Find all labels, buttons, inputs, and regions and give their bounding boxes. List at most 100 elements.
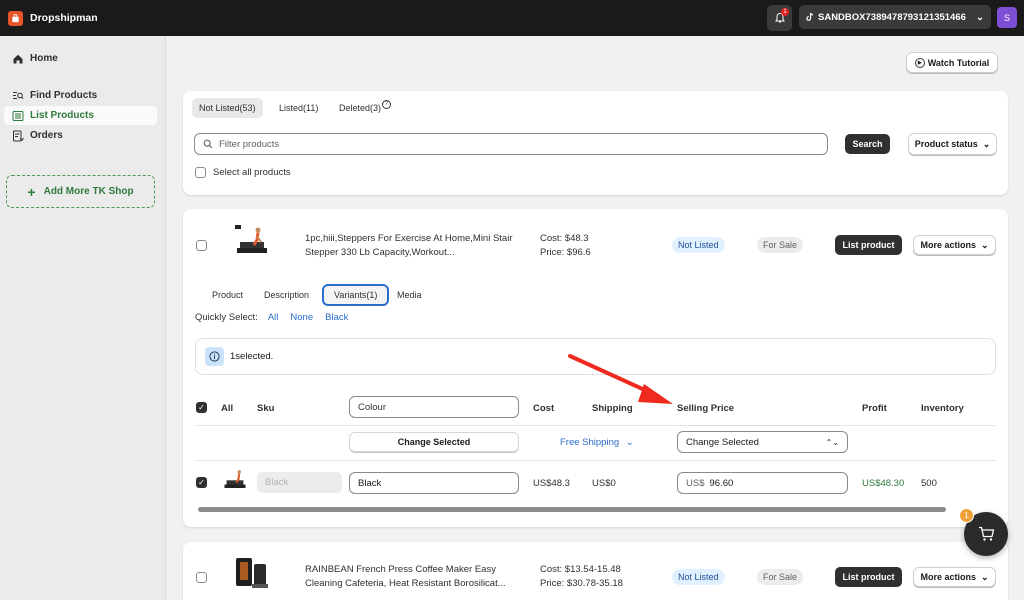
colour-value-input[interactable]: Black <box>349 472 519 494</box>
search-icon <box>203 139 213 149</box>
store-name: SANDBOX7389478793121351466 <box>818 11 966 23</box>
list-product-button[interactable]: List product <box>835 235 902 255</box>
tab-media[interactable]: Media <box>387 284 432 306</box>
selection-info-text: 1selected. <box>230 351 274 362</box>
column-selling-price: Selling Price <box>677 403 735 414</box>
more-actions-button[interactable]: More actions ⌄ <box>913 235 996 255</box>
add-shop-label: Add More TK Shop <box>43 186 134 197</box>
quick-select-black[interactable]: Black <box>325 312 348 323</box>
tab-variants[interactable]: Variants(1) <box>322 284 390 306</box>
brand[interactable]: Dropshipman <box>8 10 98 26</box>
more-actions-button[interactable]: More actions ⌄ <box>913 567 996 587</box>
status-badge: Not Listed <box>672 237 725 253</box>
product-cost-price: Cost: $48.3 Price: $96.6 <box>540 232 591 260</box>
product-title[interactable]: RAINBEAN French Press Coffee Maker Easy … <box>305 563 515 591</box>
column-cost: Cost <box>533 403 555 414</box>
watch-tutorial-button[interactable]: ▶ Watch Tutorial <box>906 52 998 73</box>
help-icon[interactable]: ? <box>382 99 392 109</box>
more-actions-label: More actions <box>920 572 976 582</box>
sidebar-item-label: Find Products <box>30 90 98 101</box>
column-all: All <box>221 403 234 414</box>
selling-price-value: 96.60 <box>709 477 734 489</box>
tiktok-icon <box>806 12 814 21</box>
tab-deleted[interactable]: Deleted(3)? <box>332 98 398 118</box>
variant-thumbnail <box>221 467 249 495</box>
quick-select-all[interactable]: All <box>268 312 279 323</box>
change-selected-button[interactable]: Change Selected <box>349 432 519 452</box>
price-bulk-label: Change Selected <box>686 436 759 448</box>
store-selector[interactable]: SANDBOX7389478793121351466 ⌄ <box>799 5 991 29</box>
shipping-dropdown[interactable]: Free Shipping ⌄ <box>560 437 634 448</box>
sidebar-item-home[interactable]: Home <box>4 49 157 68</box>
selling-price-bulk-select[interactable]: Change Selected ⌃⌄ <box>677 431 848 453</box>
info-icon <box>205 347 224 366</box>
tab-description[interactable]: Description <box>254 284 319 306</box>
filter-card: Not Listed(53) Listed(11) Deleted(3)? Fi… <box>183 91 1008 195</box>
annotation-arrow-icon <box>568 354 673 404</box>
tab-product[interactable]: Product <box>202 284 253 306</box>
find-products-icon <box>11 89 24 102</box>
tab-label: Listed(11) <box>279 103 319 113</box>
select-all-products[interactable]: Select all products <box>195 167 291 178</box>
sale-badge: For Sale <box>757 237 804 253</box>
notification-badge: 1 <box>781 8 789 16</box>
selling-price-input[interactable]: US$ 96.60 <box>677 472 848 494</box>
notifications-button[interactable]: 1 <box>767 5 792 31</box>
sidebar-item-label: Home <box>30 53 58 64</box>
chevron-down-icon: ⌄ <box>976 11 984 23</box>
variant-inventory: 500 <box>921 478 937 489</box>
select-all-label: Select all products <box>213 167 291 178</box>
sale-badge: For Sale <box>757 569 804 585</box>
more-actions-label: More actions <box>920 240 976 250</box>
shipping-option-label: Free Shipping <box>560 437 620 448</box>
sidebar-item-list-products[interactable]: List Products <box>4 106 157 125</box>
divider <box>195 460 996 461</box>
chevron-down-icon: ⌄ <box>980 571 989 582</box>
variant-profit: US$48.30 <box>862 478 905 489</box>
select-arrows-icon: ⌃⌄ <box>825 437 839 447</box>
status-badge: Not Listed <box>672 569 725 585</box>
search-button[interactable]: Search <box>845 134 890 154</box>
chevron-down-icon: ⌄ <box>980 239 989 250</box>
product-cost: Cost: $48.3 <box>540 233 589 244</box>
play-icon: ▶ <box>914 57 925 68</box>
avatar[interactable]: S <box>997 7 1017 28</box>
sidebar-item-label: Orders <box>30 130 63 141</box>
product-thumbnail[interactable] <box>232 554 272 594</box>
product-card: RAINBEAN French Press Coffee Maker Easy … <box>183 542 1008 600</box>
product-status-dropdown[interactable]: Product status ⌄ <box>908 133 997 155</box>
product-title[interactable]: 1pc,hiii,Steppers For Exercise At Home,M… <box>305 232 515 260</box>
variant-checkbox[interactable]: ✓ <box>196 477 207 488</box>
horizontal-scrollbar[interactable] <box>198 507 946 512</box>
plus-icon: + <box>27 183 36 200</box>
list-product-button[interactable]: List product <box>835 567 902 587</box>
quick-select: Quickly Select: All None Black <box>195 312 348 323</box>
add-tk-shop-button[interactable]: + Add More TK Shop <box>6 175 155 208</box>
product-thumbnail[interactable] <box>232 223 272 263</box>
chevron-down-icon: ⌄ <box>625 437 634 448</box>
orders-icon <box>11 129 24 142</box>
watch-tutorial-label: Watch Tutorial <box>927 57 990 68</box>
product-status-label: Product status <box>914 139 978 149</box>
colour-column-input[interactable]: Colour <box>349 396 519 418</box>
column-inventory: Inventory <box>921 403 964 414</box>
sidebar-item-orders[interactable]: Orders <box>4 126 157 145</box>
filter-products-input[interactable]: Filter products <box>194 133 828 155</box>
home-icon <box>11 52 24 65</box>
sidebar-item-find-products[interactable]: Find Products <box>4 86 157 105</box>
sidebar: Home Find Products List Products Orders … <box>0 36 166 600</box>
select-all-variants-checkbox[interactable]: ✓ <box>196 402 207 413</box>
dropshipman-logo-icon <box>8 10 23 26</box>
quick-select-none[interactable]: None <box>290 312 313 323</box>
cart-count-badge: 1 <box>959 508 974 523</box>
product-checkbox[interactable] <box>196 572 207 583</box>
tab-listed[interactable]: Listed(11) <box>272 98 325 118</box>
product-checkbox[interactable] <box>196 240 207 251</box>
tab-not-listed[interactable]: Not Listed(53) <box>192 98 263 118</box>
search-placeholder: Filter products <box>219 138 280 150</box>
column-sku: Sku <box>257 403 275 414</box>
select-all-checkbox[interactable] <box>195 167 206 178</box>
sku-input[interactable]: Black <box>257 472 342 493</box>
divider <box>195 425 996 426</box>
product-price: Price: $96.6 <box>540 247 591 258</box>
